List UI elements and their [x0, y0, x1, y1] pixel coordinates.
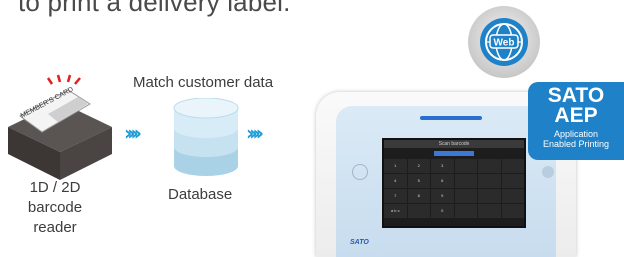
keypad-key[interactable]: 4 [384, 174, 407, 188]
keypad-key[interactable] [454, 174, 477, 188]
keypad-key[interactable] [478, 204, 501, 218]
keypad-key[interactable]: a b c [384, 204, 407, 218]
sato-aep-badge: SATO AEP Application Enabled Printing [528, 82, 624, 160]
keypad-key[interactable]: 5 [407, 174, 430, 188]
keypad-key[interactable]: 0 [431, 204, 454, 218]
keypad-key[interactable] [501, 174, 524, 188]
signal-mark [66, 74, 72, 83]
printer-screen: Scan barcode 123 456 789 a b c 0 [382, 138, 526, 228]
aep-line3: Application [553, 129, 599, 139]
status-led [420, 116, 482, 120]
aep-line1: SATO [547, 84, 605, 107]
home-button[interactable] [542, 166, 554, 178]
keypad-key[interactable] [501, 189, 524, 203]
keypad-key[interactable] [454, 204, 477, 218]
keypad-key[interactable]: 7 [384, 189, 407, 203]
keypad-key[interactable]: 6 [431, 174, 454, 188]
reader-label-line: 1D / 2D [29, 179, 81, 196]
keypad-key[interactable] [478, 174, 501, 188]
keypad-key[interactable]: 9 [431, 189, 454, 203]
keypad-key[interactable]: 3 [431, 159, 454, 173]
reader-label-line: reader [33, 219, 77, 236]
keypad-key[interactable]: 2 [407, 159, 430, 173]
signal-mark [74, 77, 81, 85]
signal-mark [56, 74, 62, 83]
match-label: Match customer data [133, 74, 274, 91]
screen-keypad: 123 456 789 a b c 0 [384, 159, 524, 218]
database-icon [173, 98, 239, 176]
database-label: Database [168, 186, 233, 203]
keypad-key[interactable] [478, 159, 501, 173]
flow-arrow-right: ›››› [246, 121, 264, 145]
signal-mark [46, 77, 54, 85]
keypad-key[interactable] [454, 159, 477, 173]
reader-label: 1D / 2D barcode reader [0, 178, 110, 238]
keypad-key[interactable] [501, 204, 524, 218]
screen-input-field[interactable] [434, 151, 474, 156]
screen-title: Scan barcode [384, 140, 524, 148]
keypad-key[interactable] [478, 189, 501, 203]
keypad-key[interactable] [407, 204, 430, 218]
keypad-key[interactable] [501, 159, 524, 173]
web-badge: Web [468, 6, 540, 78]
nfc-icon [352, 164, 368, 180]
printer-brand: SATO [350, 239, 369, 246]
reader-label-line: barcode [27, 199, 83, 216]
keypad-key[interactable] [454, 189, 477, 203]
keypad-key[interactable]: 1 [384, 159, 407, 173]
page-heading: to print a delivery label. [18, 0, 291, 17]
aep-line4: Enabled Printing [542, 139, 610, 149]
barcode-reader-illustration: MEMBER'S CARD [8, 74, 112, 180]
printer-panel: Scan barcode 123 456 789 a b c 0 SATO [336, 106, 556, 257]
flow-arrow-left: ›››› [124, 121, 142, 145]
keypad-key[interactable]: 8 [407, 189, 430, 203]
aep-line2: AEP [554, 104, 598, 127]
web-label: Web [494, 38, 515, 49]
globe-icon: Web [480, 18, 528, 66]
